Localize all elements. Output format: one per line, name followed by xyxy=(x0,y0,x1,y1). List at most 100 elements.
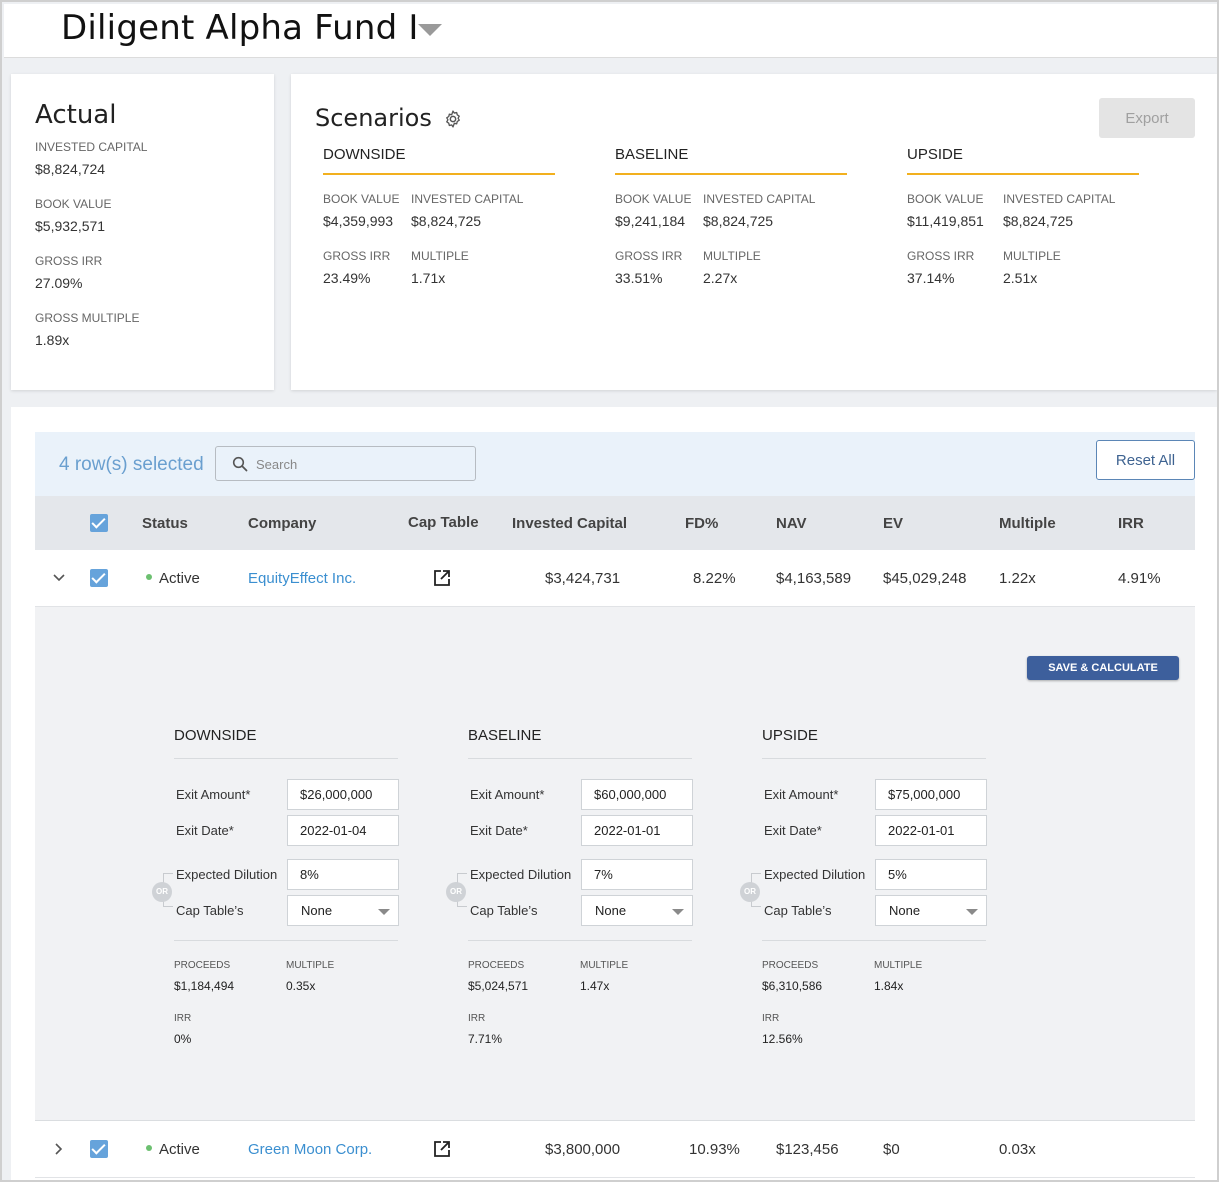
status-text: Active xyxy=(159,1141,200,1158)
exit-amount-input[interactable] xyxy=(581,779,693,810)
row-checkbox[interactable] xyxy=(90,1140,108,1158)
gross-irr-label: GROSS IRR xyxy=(907,249,975,263)
actual-title: Actual xyxy=(35,100,117,130)
status-cell: Active xyxy=(146,570,200,587)
irr-label: IRR xyxy=(762,1013,780,1024)
gross-irr-label: GROSS IRR xyxy=(615,249,683,263)
company-link[interactable]: Green Moon Corp. xyxy=(248,1141,372,1158)
exit-amount-label: Exit Amount* xyxy=(470,787,545,802)
column-header-ev[interactable]: EV xyxy=(883,515,903,532)
table-row[interactable]: Active EquityEffect Inc. $3,424,731 8.22… xyxy=(35,550,1195,607)
status-cell: Active xyxy=(146,1141,200,1158)
status-text: Active xyxy=(159,570,200,587)
scenario-upside: UPSIDE BOOK VALUE $11,419,851 INVESTED C… xyxy=(907,146,1139,315)
exit-date-input[interactable] xyxy=(287,815,399,846)
cap-table-selected: None xyxy=(889,903,921,918)
exit-amount-input[interactable] xyxy=(875,779,987,810)
multiple-value: 0.35x xyxy=(286,979,316,993)
column-header-status[interactable]: Status xyxy=(142,515,188,532)
search-box[interactable] xyxy=(215,446,476,481)
column-header-cap-table[interactable]: Cap Table xyxy=(408,514,479,531)
proceeds-label: PROCEEDS xyxy=(762,960,819,971)
reset-all-button[interactable]: Reset All xyxy=(1096,440,1195,480)
company-link[interactable]: EquityEffect Inc. xyxy=(248,570,356,587)
column-header-company[interactable]: Company xyxy=(248,515,316,532)
multiple-label: MULTIPLE xyxy=(874,960,923,971)
expected-dilution-input[interactable] xyxy=(875,859,987,890)
multiple-label: MULTIPLE xyxy=(703,249,761,263)
status-dot-icon xyxy=(146,1145,152,1152)
irr-value: 7.71% xyxy=(468,1032,503,1046)
multiple-value: 1.84x xyxy=(874,979,904,993)
cap-table-select[interactable]: None xyxy=(875,895,987,926)
proceeds-value: $6,310,586 xyxy=(762,979,823,993)
companies-panel: 4 row(s) selected Reset All Status Compa… xyxy=(11,407,1217,1180)
editor-baseline: BASELINE Exit Amount* Exit Date* OR Expe… xyxy=(446,727,708,1046)
gross-irr-value: 27.09% xyxy=(35,275,83,291)
irr-label: IRR xyxy=(174,1013,192,1024)
exit-amount-input[interactable] xyxy=(287,779,399,810)
cap-table-select[interactable]: None xyxy=(287,895,399,926)
book-value-value: $5,932,571 xyxy=(35,218,106,234)
editor-scenario-title: DOWNSIDE xyxy=(174,727,398,759)
invested-capital-value: $8,824,725 xyxy=(1003,213,1074,229)
column-header-nav[interactable]: NAV xyxy=(776,515,807,532)
expanded-scenario-editor: SAVE & CALCULATE DOWNSIDE Exit Amount* E… xyxy=(35,607,1195,1121)
table-header: Status Company Cap Table Invested Capita… xyxy=(35,496,1195,550)
cap-table-selected: None xyxy=(301,903,333,918)
book-value-label: BOOK VALUE xyxy=(615,192,692,206)
invested-capital-label: INVESTED CAPITAL xyxy=(703,192,816,206)
fund-dropdown-caret-icon[interactable] xyxy=(418,24,442,36)
expected-dilution-input[interactable] xyxy=(581,859,693,890)
gross-irr-label: GROSS IRR xyxy=(323,249,391,263)
column-header-fd[interactable]: FD% xyxy=(685,515,718,532)
scenarios-card: Scenarios Export DOWNSIDE BOOK VALUE $4,… xyxy=(291,74,1217,390)
table-toolbar: 4 row(s) selected Reset All xyxy=(35,432,1195,496)
select-all-checkbox[interactable] xyxy=(90,514,108,532)
exit-date-input[interactable] xyxy=(875,815,987,846)
irr-cell: 4.91% xyxy=(1118,570,1161,587)
cap-tables-label: Cap Table’s xyxy=(470,903,538,918)
external-link-icon[interactable] xyxy=(432,1139,452,1159)
exit-amount-label: Exit Amount* xyxy=(176,787,251,802)
divider xyxy=(762,940,986,941)
column-header-irr[interactable]: IRR xyxy=(1118,515,1144,532)
export-button[interactable]: Export xyxy=(1099,98,1195,138)
column-header-invested-capital[interactable]: Invested Capital xyxy=(512,515,627,532)
invested-capital-label: INVESTED CAPITAL xyxy=(35,140,148,154)
cap-tables-label: Cap Table’s xyxy=(176,903,244,918)
proceeds-value: $1,184,494 xyxy=(174,979,235,993)
search-icon xyxy=(232,456,248,472)
gross-irr-value: 37.14% xyxy=(907,270,955,286)
save-calculate-button[interactable]: SAVE & CALCULATE xyxy=(1027,656,1179,680)
exit-date-input[interactable] xyxy=(581,815,693,846)
cap-table-select[interactable]: None xyxy=(581,895,693,926)
proceeds-label: PROCEEDS xyxy=(174,960,231,971)
search-input[interactable] xyxy=(256,453,466,475)
multiple-value: 1.47x xyxy=(580,979,610,993)
scenario-name: DOWNSIDE xyxy=(323,146,555,175)
irr-value: 12.56% xyxy=(762,1032,803,1046)
table-row[interactable]: Active Green Moon Corp. $3,800,000 10.93… xyxy=(35,1121,1195,1178)
chevron-right-icon[interactable] xyxy=(51,1141,67,1157)
gear-icon[interactable] xyxy=(443,109,463,129)
scenarios-title: Scenarios xyxy=(315,104,432,132)
multiple-value: 2.27x xyxy=(703,270,738,286)
expected-dilution-label: Expected Dilution xyxy=(470,867,572,882)
chevron-down-icon[interactable] xyxy=(51,570,67,586)
multiple-value: 2.51x xyxy=(1003,270,1038,286)
invested-capital-value: $8,824,725 xyxy=(703,213,774,229)
multiple-cell: 0.03x xyxy=(999,1141,1036,1158)
multiple-value: 1.71x xyxy=(411,270,446,286)
column-header-multiple[interactable]: Multiple xyxy=(999,515,1056,532)
scenario-downside: DOWNSIDE BOOK VALUE $4,359,993 INVESTED … xyxy=(323,146,555,315)
external-link-icon[interactable] xyxy=(432,568,452,588)
multiple-label: MULTIPLE xyxy=(286,960,335,971)
ev-cell: $45,029,248 xyxy=(883,570,967,587)
proceeds-label: PROCEEDS xyxy=(468,960,525,971)
expected-dilution-input[interactable] xyxy=(287,859,399,890)
editor-scenario-title: BASELINE xyxy=(468,727,692,759)
exit-date-label: Exit Date* xyxy=(470,823,528,838)
gross-multiple-label: GROSS MULTIPLE xyxy=(35,311,140,325)
row-checkbox[interactable] xyxy=(90,569,108,587)
